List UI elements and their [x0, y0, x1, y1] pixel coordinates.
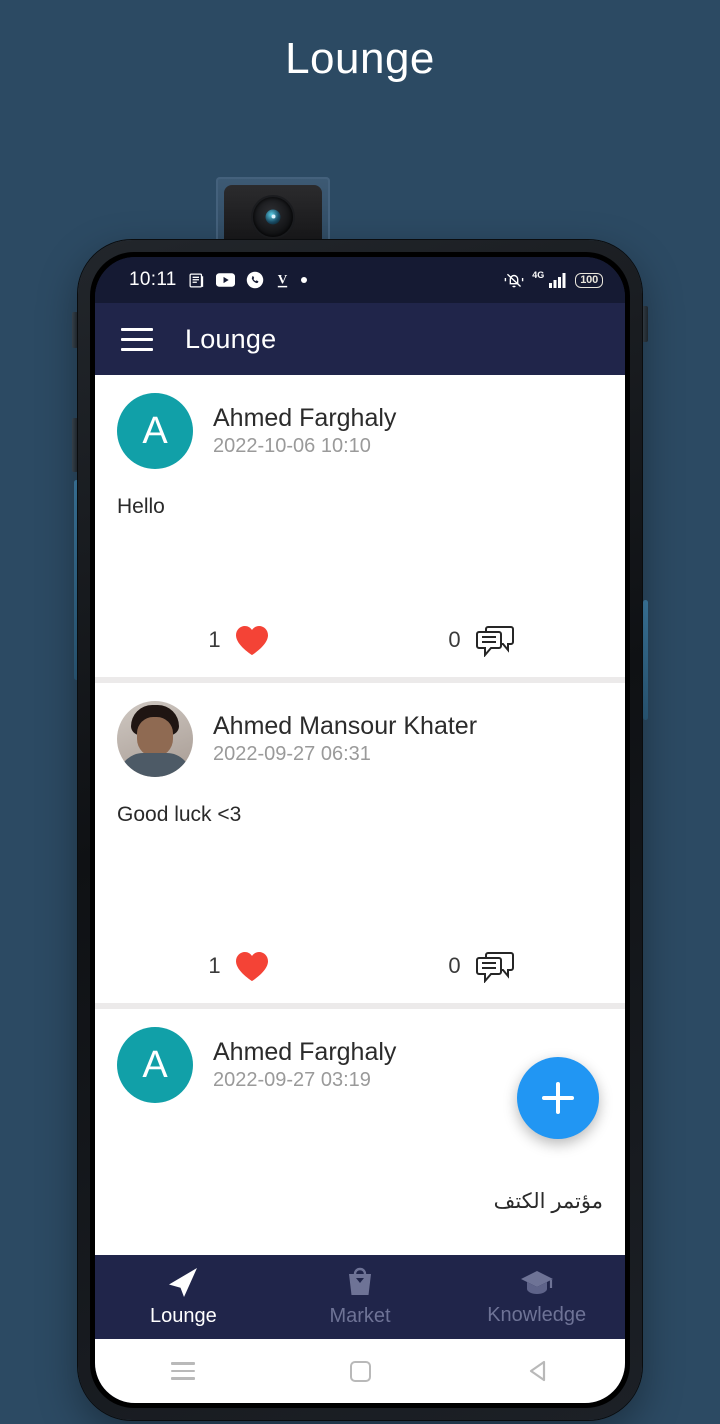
- phone-screen: 10:11 V 4G 100 Lounge A Ahmed Farghaly 2…: [95, 257, 625, 1403]
- camera-lens-icon: [253, 197, 293, 237]
- more-dot-icon: [300, 277, 307, 283]
- recents-line-2: [171, 1369, 196, 1373]
- camera-lens-glint: [271, 214, 276, 219]
- comment-count: 0: [448, 953, 461, 978]
- android-status-bar: 10:11 V 4G 100: [95, 257, 625, 303]
- avatar-photo-shirt: [119, 753, 191, 777]
- comment-bubbles-icon[interactable]: [475, 624, 515, 657]
- news-icon: [188, 272, 205, 289]
- post-header: A Ahmed Farghaly 2022-10-06 10:10: [117, 393, 603, 469]
- post-body: Hello: [117, 495, 165, 518]
- recents-lines: [171, 1362, 196, 1380]
- post-author: Ahmed Mansour Khater: [213, 712, 478, 740]
- avatar[interactable]: [117, 701, 193, 777]
- nav-label-lounge: Lounge: [149, 1304, 217, 1327]
- comment-count: 0: [448, 627, 461, 652]
- avatar[interactable]: A: [117, 393, 193, 469]
- like-action[interactable]: 1: [117, 951, 360, 982]
- youtube-icon: [215, 273, 235, 287]
- recents-line-3: [171, 1377, 196, 1380]
- hamburger-menu-icon[interactable]: [121, 327, 153, 351]
- plus-icon-horizontal: [542, 1096, 574, 1100]
- recents-lines-icon[interactable]: [95, 1362, 272, 1380]
- post-feed[interactable]: A Ahmed Farghaly 2022-10-06 10:10 Hello …: [95, 375, 625, 1255]
- post-header: Ahmed Mansour Khater 2022-09-27 06:31: [117, 701, 603, 777]
- app-bar: Lounge: [95, 303, 625, 375]
- nav-label-market: Market: [329, 1304, 391, 1327]
- add-post-fab[interactable]: [517, 1057, 599, 1139]
- post-actions: 1 0: [117, 603, 603, 677]
- post-card[interactable]: Ahmed Mansour Khater 2022-09-27 06:31 Go…: [95, 683, 625, 1003]
- avatar-photo-face: [137, 717, 173, 757]
- like-count: 1: [208, 953, 221, 978]
- home-square-icon[interactable]: [272, 1360, 449, 1382]
- whatsapp-call-icon: [246, 271, 264, 289]
- post-timestamp: 2022-10-06 10:10: [213, 435, 371, 457]
- heart-icon[interactable]: [235, 951, 269, 982]
- nav-label-knowledge: Knowledge: [487, 1303, 587, 1326]
- home-square: [349, 1360, 371, 1382]
- app-bar-title: Lounge: [185, 323, 277, 354]
- power-button[interactable]: [642, 306, 648, 342]
- svg-text:V: V: [277, 272, 287, 286]
- nav-item-market[interactable]: Market: [272, 1267, 449, 1328]
- vibrate-off-icon: [504, 271, 524, 289]
- graduation-cap-icon: [519, 1268, 555, 1298]
- post-body: Good luck <3: [117, 803, 242, 826]
- post-meta: Ahmed Mansour Khater 2022-09-27 06:31: [213, 712, 477, 766]
- recents-line-1: [171, 1362, 196, 1365]
- avatar[interactable]: A: [117, 1027, 193, 1103]
- post-timestamp: 2022-09-27 06:31: [213, 743, 371, 765]
- v-app-icon: V: [275, 272, 290, 289]
- android-navigation-bar: [95, 1339, 625, 1403]
- status-time: 10:11: [129, 269, 177, 290]
- bottom-navigation: Lounge Market Knowledge: [95, 1255, 625, 1339]
- post-meta: Ahmed Farghaly 2022-10-06 10:10: [213, 404, 396, 458]
- page-title: Lounge: [285, 34, 435, 83]
- battery-level-badge: 100: [575, 272, 603, 288]
- shopping-bag-icon: [344, 1267, 376, 1299]
- status-bar-left: 10:11 V: [129, 269, 307, 291]
- post-card[interactable]: A Ahmed Farghaly 2022-10-06 10:10 Hello …: [95, 375, 625, 677]
- post-actions: 1 0: [117, 929, 603, 1003]
- phone-frame: 10:11 V 4G 100 Lounge A Ahmed Farghaly 2…: [78, 240, 642, 1420]
- comment-action[interactable]: 0: [360, 624, 603, 657]
- like-count: 1: [208, 627, 221, 652]
- network-type-label: 4G: [532, 270, 545, 280]
- nav-item-knowledge[interactable]: Knowledge: [448, 1268, 625, 1327]
- status-bar-right: 4G 100: [504, 270, 603, 289]
- hamburger-line-1: [121, 327, 153, 331]
- send-navigation-icon: [166, 1267, 200, 1299]
- camera-lens-inner: [265, 209, 281, 225]
- post-author: Ahmed Farghaly: [213, 404, 397, 432]
- heart-icon[interactable]: [235, 625, 269, 656]
- signal-bars-icon: [549, 272, 567, 288]
- phone-bezel: 10:11 V 4G 100 Lounge A Ahmed Farghaly 2…: [90, 252, 630, 1408]
- right-frame-accent: [643, 600, 648, 720]
- post-timestamp: 2022-09-27 03:19: [213, 1069, 371, 1091]
- like-action[interactable]: 1: [117, 625, 360, 656]
- popup-camera-module: [216, 177, 330, 249]
- comment-bubbles-icon[interactable]: [475, 950, 515, 983]
- post-author: Ahmed Farghaly: [213, 1038, 397, 1066]
- hamburger-line-3: [121, 347, 153, 351]
- hamburger-line-2: [121, 337, 153, 341]
- post-meta: Ahmed Farghaly 2022-09-27 03:19: [213, 1038, 396, 1092]
- comment-action[interactable]: 0: [360, 950, 603, 983]
- back-triangle-icon[interactable]: [448, 1360, 625, 1382]
- nav-item-lounge[interactable]: Lounge: [95, 1267, 272, 1328]
